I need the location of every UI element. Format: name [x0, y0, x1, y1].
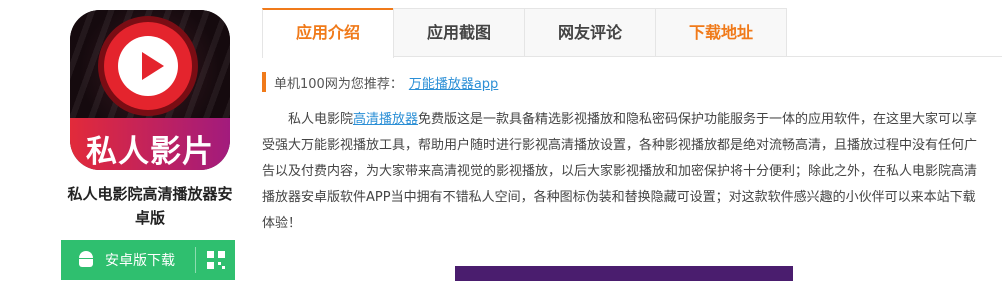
screenshot-preview [455, 266, 793, 281]
recommend-line: 单机100网为您推荐： 万能播放器app [262, 70, 498, 94]
icon-text: 私人影片 [86, 134, 214, 170]
recommend-marker [262, 72, 266, 92]
divider [195, 247, 196, 273]
app-name-line1: 私人电影院高清播放器安 [67, 185, 233, 203]
app-icon: 私人影片 [70, 10, 230, 170]
app-description: 私人电影院高清播放器免费版这是一款具备精选影视播放和隐私密码保护功能服务于一体的… [262, 107, 980, 237]
play-icon [142, 52, 164, 80]
app-name-line2: 卓版 [134, 209, 165, 227]
qr-code-icon[interactable] [207, 251, 225, 269]
tab-bar: 应用介绍 应用截图 网友评论 下载地址 [262, 8, 1002, 58]
tab-comments[interactable]: 网友评论 [524, 8, 656, 56]
tab-download-address[interactable]: 下载地址 [655, 8, 787, 56]
play-ring-icon [104, 22, 192, 110]
android-icon [77, 251, 95, 269]
android-download-button[interactable]: 安卓版下载 [61, 240, 195, 280]
description-part1: 私人电影院 [288, 112, 354, 127]
tab-screenshots[interactable]: 应用截图 [393, 8, 525, 56]
recommend-prefix: 单机100网为您推荐： [274, 76, 403, 92]
description-part2: 免费版这是一款具备精选影视播放和隐私密码保护功能服务于一体的应用软件，在这里大家… [262, 112, 978, 231]
app-name: 私人电影院高清播放器安 卓版 [50, 182, 250, 230]
download-bar: 安卓版下载 [61, 240, 235, 280]
tab-app-intro[interactable]: 应用介绍 [262, 8, 394, 58]
android-download-label: 安卓版下载 [105, 253, 175, 269]
description-link[interactable]: 高清播放器 [353, 112, 418, 127]
recommend-link[interactable]: 万能播放器app [409, 73, 498, 92]
